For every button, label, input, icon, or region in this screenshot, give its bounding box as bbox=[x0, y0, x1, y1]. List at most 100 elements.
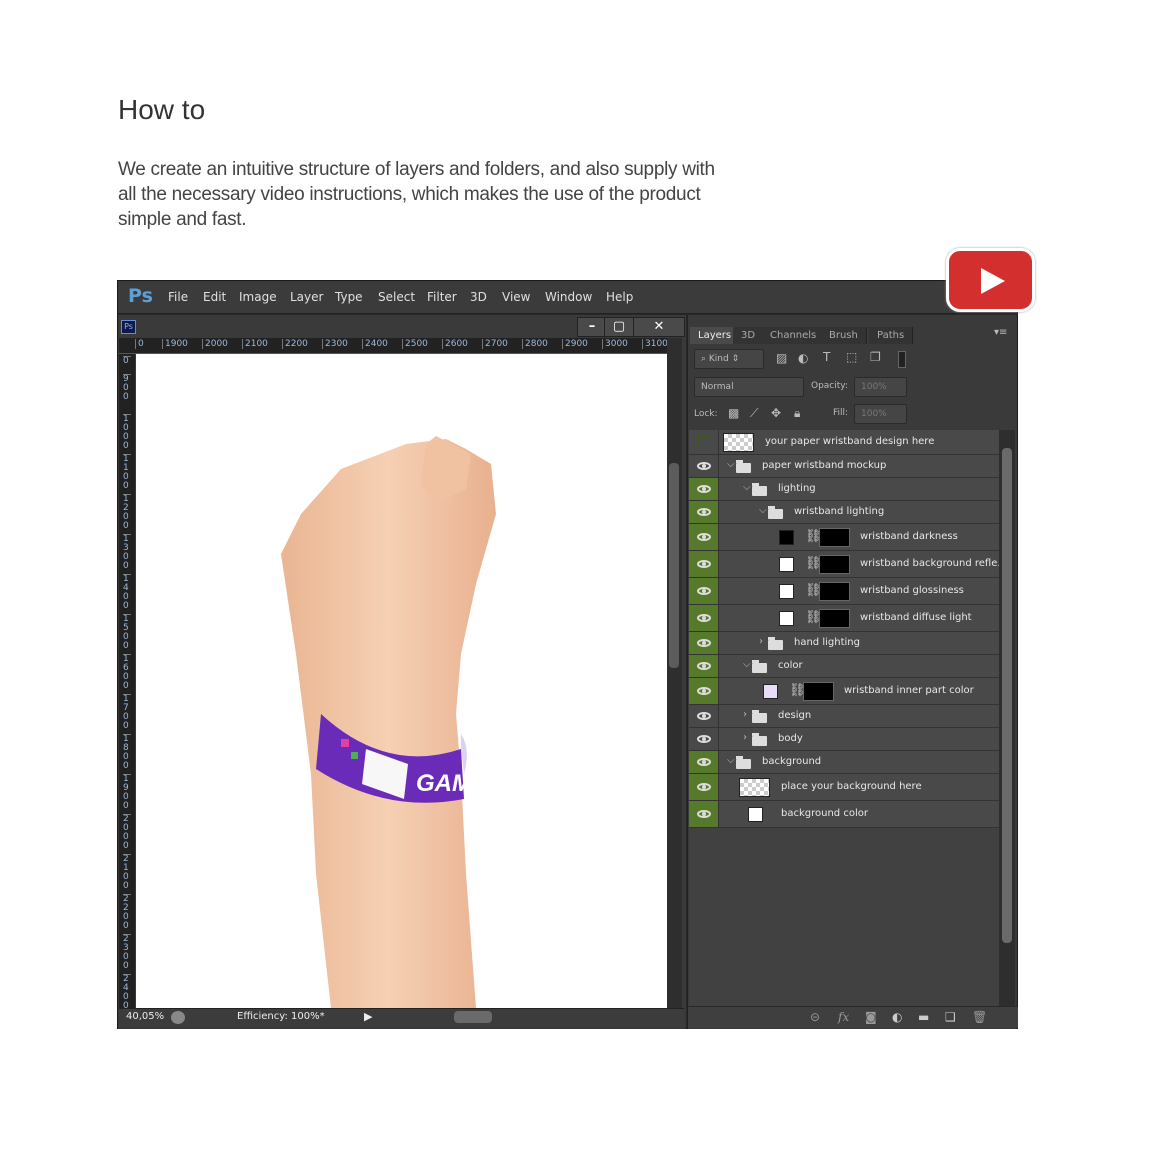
layer-row[interactable]: background color bbox=[689, 801, 999, 828]
layer-row[interactable]: ⌵ paper wristband mockup bbox=[689, 455, 999, 478]
fill-input[interactable]: 100% bbox=[854, 404, 907, 424]
layer-row[interactable]: ⛓ wristband darkness bbox=[689, 524, 999, 551]
panel-menu-icon[interactable]: ▾≡ bbox=[994, 327, 1007, 338]
layer-style-icon[interactable]: fx bbox=[838, 1010, 849, 1024]
layer-row[interactable]: ⛓ wristband glossiness bbox=[689, 578, 999, 605]
layer-mask-thumbnail[interactable] bbox=[819, 581, 850, 601]
menu-help[interactable]: Help bbox=[606, 290, 633, 304]
new-adjustment-layer-icon[interactable]: ◐ bbox=[892, 1010, 902, 1024]
visibility-toggle-empty[interactable] bbox=[689, 430, 719, 454]
visibility-toggle[interactable] bbox=[689, 524, 719, 550]
chevron-down-icon[interactable]: ⌵ bbox=[727, 459, 735, 470]
menu-edit[interactable]: Edit bbox=[203, 290, 226, 304]
layer-row[interactable]: › body bbox=[689, 728, 999, 751]
canvas[interactable]: GAMI bbox=[136, 354, 667, 1008]
layer-thumbnail[interactable] bbox=[739, 778, 770, 797]
visibility-toggle[interactable] bbox=[689, 632, 719, 654]
layer-row[interactable]: › hand lighting bbox=[689, 632, 999, 655]
chevron-down-icon[interactable]: ⌵ bbox=[743, 482, 751, 493]
layer-row[interactable]: ⌵ background bbox=[689, 751, 999, 774]
scroll-thumb[interactable] bbox=[669, 463, 679, 668]
layer-row[interactable]: place your background here bbox=[689, 774, 999, 801]
chevron-right-icon[interactable]: › bbox=[743, 709, 747, 720]
shape-filter-icon[interactable]: ⬚ bbox=[846, 350, 857, 364]
fill-color-swatch[interactable] bbox=[763, 683, 778, 699]
visibility-toggle[interactable] bbox=[689, 551, 719, 577]
visibility-toggle[interactable] bbox=[689, 605, 719, 631]
visibility-toggle[interactable] bbox=[689, 678, 719, 704]
fill-color-swatch[interactable] bbox=[779, 529, 794, 545]
menu-type[interactable]: Type bbox=[335, 290, 363, 304]
fill-color-swatch[interactable] bbox=[779, 610, 794, 626]
status-menu-icon[interactable] bbox=[171, 1011, 185, 1024]
visibility-toggle[interactable] bbox=[689, 455, 719, 477]
layer-row[interactable]: your paper wristband design here bbox=[689, 430, 999, 455]
filter-kind-select[interactable]: ⌕ Kind ⇕ bbox=[694, 349, 764, 369]
menu-file[interactable]: File bbox=[168, 290, 188, 304]
layer-row[interactable]: ⛓ wristband diffuse light bbox=[689, 605, 999, 632]
lock-position-icon[interactable]: ✥ bbox=[771, 406, 781, 420]
lock-all-icon[interactable]: 🔒︎ bbox=[794, 406, 800, 421]
visibility-toggle[interactable] bbox=[689, 655, 719, 677]
add-mask-icon[interactable]: ◙ bbox=[865, 1010, 877, 1024]
new-group-icon[interactable]: ▬ bbox=[918, 1010, 929, 1024]
visibility-toggle[interactable] bbox=[689, 801, 719, 827]
chevron-down-icon[interactable]: ⌵ bbox=[743, 659, 751, 670]
horizontal-scroll-thumb[interactable] bbox=[454, 1011, 492, 1023]
layers-scrollbar[interactable] bbox=[999, 430, 1015, 1007]
link-layers-icon[interactable]: ⊝ bbox=[810, 1010, 820, 1024]
fill-color-swatch[interactable] bbox=[779, 556, 794, 572]
tab-3d[interactable]: 3D bbox=[733, 327, 765, 344]
type-filter-icon[interactable]: T bbox=[823, 350, 830, 364]
visibility-toggle[interactable] bbox=[689, 478, 719, 500]
menu-window[interactable]: Window bbox=[545, 290, 592, 304]
play-arrow-icon[interactable]: ▶ bbox=[364, 1010, 372, 1023]
smart-object-thumbnail[interactable] bbox=[723, 433, 754, 452]
menu-image[interactable]: Image bbox=[239, 290, 277, 304]
layer-row[interactable]: ⌵ lighting bbox=[689, 478, 999, 501]
menu-view[interactable]: View bbox=[502, 290, 530, 304]
visibility-toggle[interactable] bbox=[689, 751, 719, 773]
visibility-toggle[interactable] bbox=[689, 728, 719, 750]
youtube-video-button[interactable] bbox=[946, 248, 1035, 312]
chevron-right-icon[interactable]: › bbox=[743, 732, 747, 743]
layer-row[interactable]: ⛓ wristband inner part color bbox=[689, 678, 999, 705]
image-filter-icon[interactable]: ▨ bbox=[776, 351, 787, 365]
visibility-toggle[interactable] bbox=[689, 705, 719, 727]
tab-paths[interactable]: Paths bbox=[869, 327, 914, 344]
chevron-down-icon[interactable]: ⌵ bbox=[727, 755, 735, 766]
layer-row[interactable]: ⌵ color bbox=[689, 655, 999, 678]
menu-3d[interactable]: 3D bbox=[470, 290, 487, 304]
layer-row[interactable]: › design bbox=[689, 705, 999, 728]
delete-layer-icon[interactable]: 🗑︎ bbox=[972, 1010, 987, 1024]
color-fill-swatch[interactable] bbox=[748, 806, 763, 822]
smart-object-filter-icon[interactable]: ❐ bbox=[870, 350, 881, 364]
fill-color-swatch[interactable] bbox=[779, 583, 794, 599]
menu-filter[interactable]: Filter bbox=[427, 290, 457, 304]
menu-select[interactable]: Select bbox=[378, 290, 415, 304]
minimize-button[interactable]: – bbox=[577, 317, 607, 337]
filter-toggle[interactable] bbox=[898, 351, 906, 368]
layer-row[interactable]: ⛓ wristband background refle... bbox=[689, 551, 1007, 578]
visibility-toggle[interactable] bbox=[689, 578, 719, 604]
lock-transparency-icon[interactable]: ▩ bbox=[728, 406, 739, 420]
layer-mask-thumbnail[interactable] bbox=[819, 608, 850, 628]
layer-mask-thumbnail[interactable] bbox=[819, 554, 850, 574]
tab-brush[interactable]: Brush bbox=[821, 327, 867, 344]
chevron-right-icon[interactable]: › bbox=[759, 636, 763, 647]
visibility-toggle[interactable] bbox=[689, 774, 719, 800]
close-button[interactable]: ✕ bbox=[633, 317, 685, 337]
blend-mode-select[interactable]: Normal bbox=[694, 377, 804, 397]
new-layer-icon[interactable]: ❑ bbox=[945, 1010, 956, 1024]
visibility-toggle[interactable] bbox=[689, 501, 719, 523]
scroll-thumb[interactable] bbox=[1002, 448, 1012, 943]
layer-row[interactable]: ⌵ wristband lighting bbox=[689, 501, 999, 524]
vertical-scrollbar[interactable] bbox=[667, 338, 682, 1008]
opacity-input[interactable]: 100% bbox=[854, 377, 907, 397]
lock-pixels-icon[interactable]: ⟋ bbox=[750, 406, 758, 421]
layer-mask-thumbnail[interactable] bbox=[819, 527, 850, 547]
tab-channels[interactable]: Channels bbox=[762, 327, 826, 344]
chevron-down-icon[interactable]: ⌵ bbox=[759, 505, 767, 516]
maximize-button[interactable]: ▢ bbox=[604, 317, 634, 337]
layer-mask-thumbnail[interactable] bbox=[803, 681, 834, 701]
